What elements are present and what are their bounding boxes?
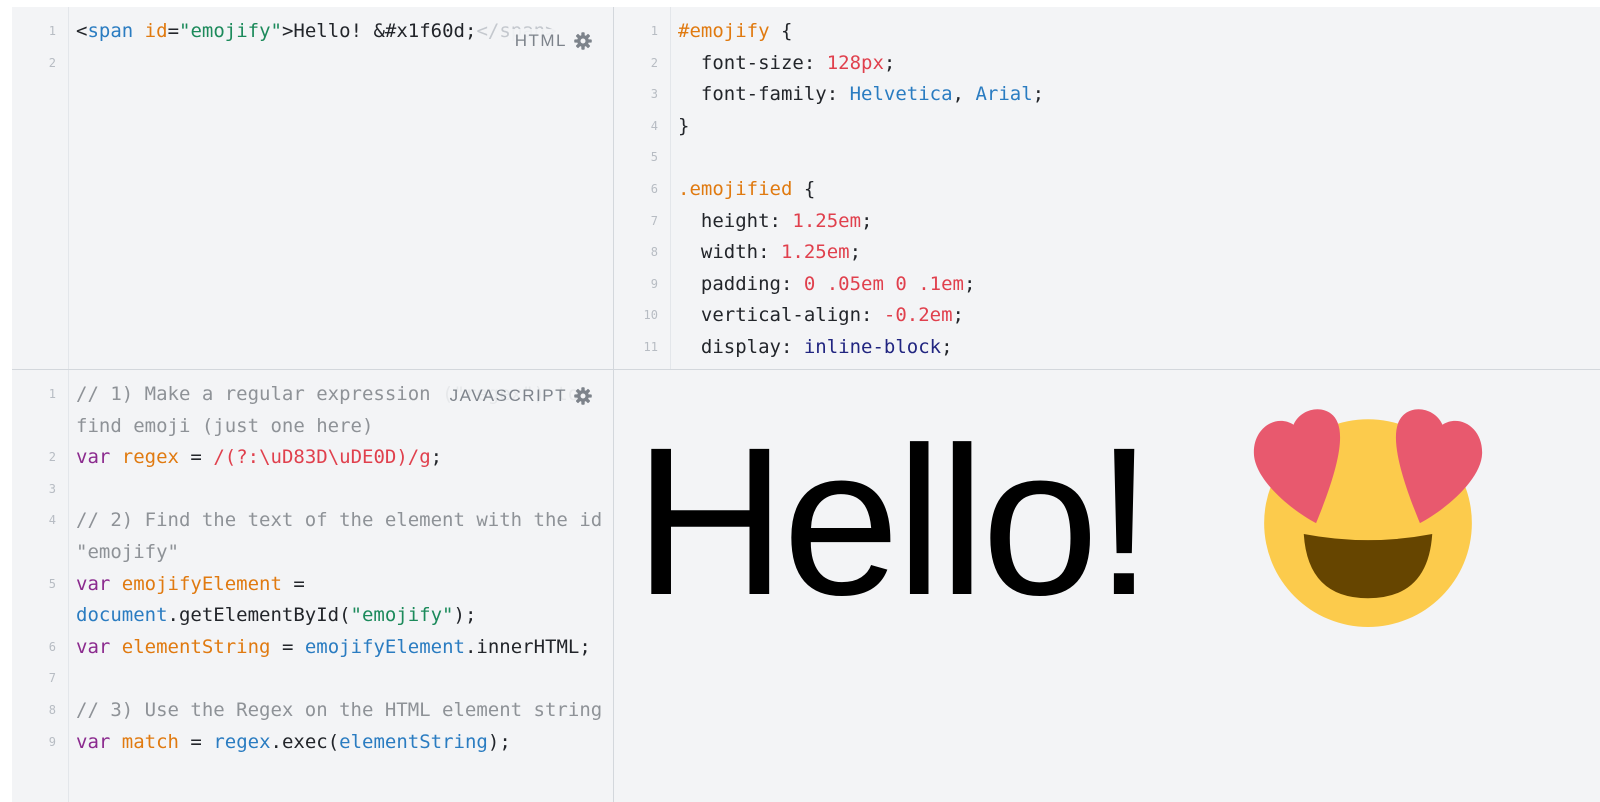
code-text[interactable]: padding: 0 .05em 0 .1em;	[678, 269, 1594, 301]
line-number: 3	[48, 481, 56, 496]
code-line[interactable]: 4 // 2) Find the text of the element with…	[12, 505, 613, 568]
line-number: 3	[650, 87, 658, 102]
line-number: 7	[650, 213, 658, 228]
panel-label-text: HTML	[514, 31, 567, 50]
javascript-editor-panel[interactable]: 1// 1) Make a regular expression ("regex…	[12, 370, 613, 802]
line-number: 4	[650, 118, 658, 133]
code-line[interactable]: 4}	[614, 111, 1600, 143]
result-preview-panel: Hello!	[614, 370, 1600, 802]
gear-icon[interactable]	[573, 386, 593, 406]
line-number: 7	[48, 671, 56, 686]
code-text[interactable]: font-size: 128px;	[678, 48, 1594, 80]
code-text[interactable]: var elementString = emojifyElement.inner…	[76, 632, 607, 664]
line-number: 6	[48, 639, 56, 654]
code-line[interactable]: 1 #emojify {	[614, 16, 1600, 48]
vertical-splitter[interactable]	[613, 7, 614, 802]
horizontal-splitter[interactable]	[12, 369, 1600, 370]
line-number: 6	[650, 181, 658, 196]
line-number: 10	[643, 308, 658, 323]
code-line[interactable]: 7	[12, 663, 613, 695]
html-editor-panel[interactable]: 1 <span id="emojify">Hello! &#x1f60d;</s…	[12, 7, 613, 369]
line-number: 1	[48, 387, 56, 401]
panel-label-text: JAVASCRIPT	[449, 386, 567, 405]
code-text[interactable]: width: 1.25em;	[678, 237, 1594, 269]
line-number: 1	[650, 24, 658, 38]
code-line[interactable]: 9 padding: 0 .05em 0 .1em;	[614, 269, 1600, 301]
line-number: 4	[48, 513, 56, 528]
line-number: 2	[48, 450, 56, 465]
code-line[interactable]: 5 var emojifyElement = document.getElemen…	[12, 569, 613, 632]
line-number: 5	[48, 576, 56, 591]
line-number: 8	[650, 245, 658, 260]
line-number: 8	[48, 702, 56, 717]
code-line[interactable]: 10 vertical-align: -0.2em;	[614, 300, 1600, 332]
code-line[interactable]: 9 var match = regex.exec(elementString);	[12, 727, 613, 759]
code-line[interactable]: 2 font-size: 128px;	[614, 48, 1600, 80]
code-text[interactable]: // 3) Use the Regex on the HTML element …	[76, 695, 607, 727]
code-line[interactable]: 6 var elementString = emojifyElement.inne…	[12, 632, 613, 664]
code-text[interactable]: font-family: Helvetica, Arial;	[678, 79, 1594, 111]
left-edge	[0, 7, 12, 802]
line-number: 1	[48, 24, 56, 38]
code-line[interactable]: 3	[12, 474, 613, 506]
code-text[interactable]: var regex = /(?:\uD83D\uDE0D)/g;	[76, 442, 607, 474]
code-line[interactable]: 3 font-family: Helvetica, Arial;	[614, 79, 1600, 111]
code-text[interactable]: var emojifyElement = document.getElement…	[76, 569, 607, 632]
code-text[interactable]: // 2) Find the text of the element with …	[76, 505, 607, 568]
code-line[interactable]: 8 width: 1.25em;	[614, 237, 1600, 269]
code-text[interactable]: .emojified {	[678, 174, 1594, 206]
gear-icon[interactable]	[573, 31, 593, 51]
result-text: Hello!	[634, 403, 1153, 639]
line-number: 2	[650, 55, 658, 70]
line-number: 2	[48, 55, 56, 70]
code-line[interactable]: 7 height: 1.25em;	[614, 206, 1600, 238]
code-text[interactable]: var match = regex.exec(elementString);	[76, 727, 607, 759]
html-panel-label[interactable]: HTML	[508, 29, 599, 53]
javascript-code[interactable]: 1// 1) Make a regular expression ("regex…	[12, 379, 613, 758]
code-text[interactable]: height: 1.25em;	[678, 206, 1594, 238]
line-number: 9	[650, 276, 658, 291]
code-text[interactable]: #emojify {	[678, 16, 1594, 48]
code-line[interactable]: 8 // 3) Use the Regex on the HTML element…	[12, 695, 613, 727]
line-number: 11	[643, 339, 658, 354]
line-number: 9	[48, 734, 56, 749]
code-line[interactable]: 11 display: inline-block;	[614, 332, 1600, 364]
code-line[interactable]: 2 var regex = /(?:\uD83D\uDE0D)/g;	[12, 442, 613, 474]
heart-eyes-emoji-icon	[1253, 409, 1483, 627]
code-text[interactable]: vertical-align: -0.2em;	[678, 300, 1594, 332]
css-code[interactable]: 1 #emojify {2 font-size: 128px; 3 font-fam…	[614, 16, 1600, 364]
line-number: 5	[650, 150, 658, 165]
css-editor-panel[interactable]: 1 #emojify {2 font-size: 128px; 3 font-fam…	[614, 7, 1600, 369]
code-text[interactable]: display: inline-block;	[678, 332, 1594, 364]
code-line[interactable]: 6 .emojified {	[614, 174, 1600, 206]
code-line[interactable]: 5	[614, 142, 1600, 174]
javascript-panel-label[interactable]: JAVASCRIPT	[443, 384, 599, 408]
code-text[interactable]: }	[678, 111, 1594, 143]
